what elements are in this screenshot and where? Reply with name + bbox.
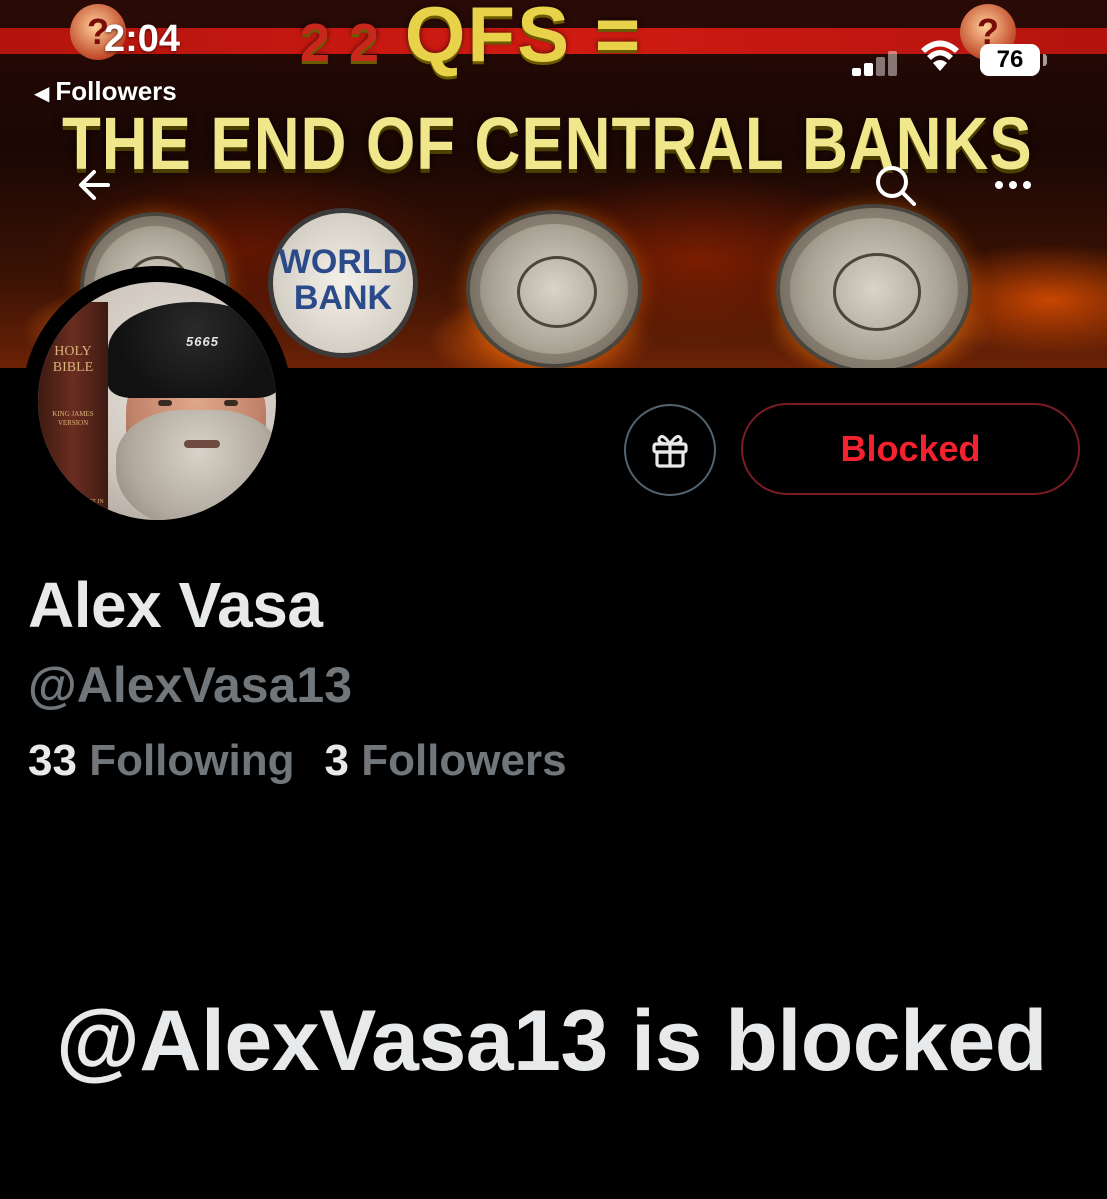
following-label: Following bbox=[89, 736, 295, 785]
following-link[interactable]: 33 Following bbox=[28, 736, 294, 785]
follow-stats: 33 Following 3 Followers bbox=[28, 736, 567, 786]
status-time: 2:04 bbox=[104, 18, 181, 60]
followers-link[interactable]: 3 Followers bbox=[324, 736, 566, 785]
wifi-icon bbox=[921, 40, 959, 71]
avatar-photo: HOLY BIBLE KING JAMES VERSION WORDS OF C… bbox=[38, 282, 276, 520]
avatar-eye-left bbox=[158, 400, 172, 406]
back-triangle-icon: ◀ bbox=[34, 83, 50, 105]
more-horizontal-icon[interactable] bbox=[988, 160, 1038, 210]
battery-icon: 76 bbox=[980, 44, 1047, 76]
blocked-button[interactable]: Blocked bbox=[741, 403, 1080, 495]
avatar-mouth bbox=[184, 440, 220, 448]
bible-edition: KING JAMES VERSION bbox=[52, 410, 94, 427]
banner-qfs-numbers: 2 2 bbox=[300, 13, 382, 73]
avatar-beanie bbox=[108, 302, 276, 398]
followers-label: Followers bbox=[361, 736, 567, 785]
status-back-label: Followers bbox=[55, 76, 177, 106]
gift-icon bbox=[652, 434, 688, 468]
banner-seal-2 bbox=[466, 210, 642, 368]
handle: @AlexVasa13 bbox=[28, 657, 352, 713]
banner-headline: THE END OF CENTRAL BANKS bbox=[62, 102, 1033, 185]
bible-footer: WORDS OF CHRIST IN RED bbox=[42, 499, 104, 513]
avatar-eye-right bbox=[224, 400, 238, 406]
avatar[interactable]: HOLY BIBLE KING JAMES VERSION WORDS OF C… bbox=[22, 266, 292, 536]
blocked-notice: @AlexVasa13 is blocked bbox=[56, 993, 1047, 1089]
world-bank-logo: WORLD BANK bbox=[268, 208, 418, 358]
status-back-to-app[interactable]: ◀ Followers bbox=[34, 76, 177, 107]
world-bank-line1: WORLD bbox=[278, 243, 408, 281]
followers-count: 3 bbox=[324, 736, 349, 785]
bible-title: HOLY BIBLE bbox=[52, 344, 94, 375]
arrow-left-icon[interactable] bbox=[70, 160, 120, 210]
avatar-bible: HOLY BIBLE KING JAMES VERSION WORDS OF C… bbox=[38, 302, 108, 520]
following-count: 33 bbox=[28, 736, 77, 785]
beanie-text: 5665 bbox=[186, 334, 219, 349]
avatar-beard bbox=[116, 410, 276, 520]
display-name: Alex Vasa bbox=[28, 569, 323, 641]
cellular-signal-icon bbox=[852, 50, 902, 76]
profile-screen: ? ? 2 2 QFS = THE END OF CENTRAL BANKS W… bbox=[0, 0, 1107, 1199]
banner-qfs-title: 2 2 QFS = bbox=[300, 0, 642, 73]
world-bank-line2: BANK bbox=[293, 279, 393, 317]
banner-qfs-text: QFS = bbox=[404, 0, 643, 78]
search-icon[interactable] bbox=[870, 160, 920, 210]
banner-seal-3 bbox=[776, 204, 972, 368]
gift-button[interactable] bbox=[624, 404, 716, 496]
